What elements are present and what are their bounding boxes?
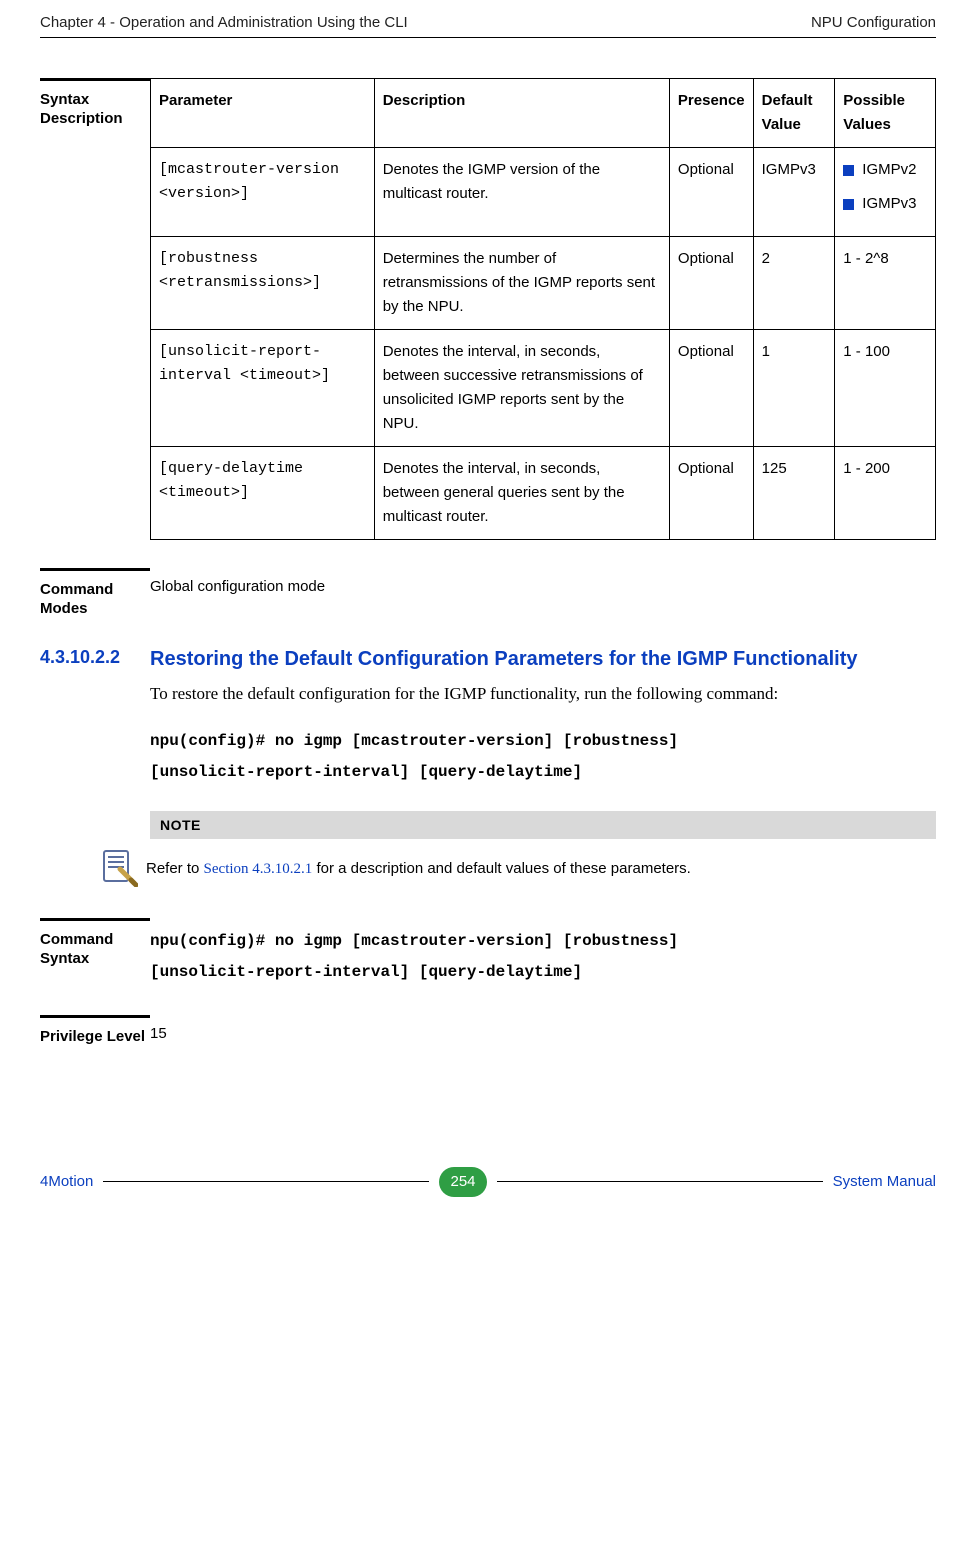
privilege-level-value: 15 (150, 1015, 936, 1042)
cell-presence: Optional (669, 330, 753, 447)
square-bullet-icon (843, 199, 854, 210)
cell-default: 125 (753, 447, 835, 540)
page-footer: 4Motion 254 System Manual (40, 1167, 936, 1217)
note-pre: Refer to (146, 860, 204, 877)
possible-value: IGMPv3 (862, 192, 916, 216)
note-block: NOTE Refer to Section 4.3.10.2.1 for a d… (150, 811, 936, 892)
header-left: Chapter 4 - Operation and Administration… (40, 14, 408, 31)
command-syntax-value: npu(config)# no igmp [mcastrouter-versio… (150, 918, 936, 987)
col-possible: Possible Values (835, 79, 936, 148)
cell-possible: IGMPv2 IGMPv3 (835, 148, 936, 237)
col-description: Description (374, 79, 669, 148)
cell-param: [robustness <retransmissions>] (151, 237, 375, 330)
command-line: npu(config)# no igmp [mcastrouter-versio… (150, 726, 936, 756)
command-line: [unsolicit-report-interval] [query-delay… (150, 957, 936, 987)
cell-desc: Denotes the interval, in seconds, betwee… (374, 447, 669, 540)
footer-rule (103, 1181, 429, 1182)
cell-desc: Determines the number of retransmissions… (374, 237, 669, 330)
table-header-row: Parameter Description Presence Default V… (151, 79, 936, 148)
command-line: [unsolicit-report-interval] [query-delay… (150, 757, 936, 787)
table-row: [unsolicit-report-interval <timeout>] De… (151, 330, 936, 447)
parameter-table: Parameter Description Presence Default V… (150, 78, 936, 540)
cell-possible: 1 - 100 (835, 330, 936, 447)
footer-right: System Manual (833, 1173, 936, 1190)
footer-left: 4Motion (40, 1173, 93, 1190)
section-number: 4.3.10.2.2 (40, 647, 150, 668)
page-header: Chapter 4 - Operation and Administration… (40, 10, 936, 37)
section-title: Restoring the Default Configuration Para… (150, 647, 857, 672)
note-label: NOTE (150, 811, 936, 839)
section-ref-link[interactable]: Section 4.3.10.2.1 (204, 861, 313, 877)
cell-possible: 1 - 2^8 (835, 237, 936, 330)
header-right: NPU Configuration (811, 14, 936, 31)
list-item: IGMPv2 (843, 158, 927, 182)
table-row: [query-delaytime <timeout>] Denotes the … (151, 447, 936, 540)
note-text: Refer to Section 4.3.10.2.1 for a descri… (146, 858, 691, 881)
cell-param: [query-delaytime <timeout>] (151, 447, 375, 540)
col-presence: Presence (669, 79, 753, 148)
col-default: Default Value (753, 79, 835, 148)
privilege-level-label: Privilege Level (40, 1015, 150, 1047)
cell-default: 2 (753, 237, 835, 330)
command-syntax-label: Command Syntax (40, 918, 150, 969)
cell-presence: Optional (669, 237, 753, 330)
syntax-description-label: Syntax Description (40, 78, 150, 129)
table-row: [robustness <retransmissions>] Determine… (151, 237, 936, 330)
cell-presence: Optional (669, 148, 753, 237)
cell-desc: Denotes the interval, in seconds, betwee… (374, 330, 669, 447)
note-icon (98, 847, 138, 892)
cell-param: [mcastrouter-version <version>] (151, 148, 375, 237)
cell-default: IGMPv3 (753, 148, 835, 237)
footer-rule (497, 1181, 823, 1182)
header-rule (40, 37, 936, 38)
list-item: IGMPv3 (843, 192, 927, 216)
possible-value: IGMPv2 (862, 158, 916, 182)
table-row: [mcastrouter-version <version>] Denotes … (151, 148, 936, 237)
command-block: npu(config)# no igmp [mcastrouter-versio… (150, 726, 936, 787)
command-modes-value: Global configuration mode (150, 568, 936, 595)
note-post: for a description and default values of … (312, 860, 691, 877)
section-body: To restore the default configuration for… (150, 680, 936, 709)
page-number-badge: 254 (439, 1167, 487, 1197)
cell-default: 1 (753, 330, 835, 447)
cell-param: [unsolicit-report-interval <timeout>] (151, 330, 375, 447)
command-line: npu(config)# no igmp [mcastrouter-versio… (150, 926, 936, 956)
square-bullet-icon (843, 165, 854, 176)
cell-possible: 1 - 200 (835, 447, 936, 540)
cell-presence: Optional (669, 447, 753, 540)
command-modes-label: Command Modes (40, 568, 150, 619)
col-parameter: Parameter (151, 79, 375, 148)
cell-desc: Denotes the IGMP version of the multicas… (374, 148, 669, 237)
